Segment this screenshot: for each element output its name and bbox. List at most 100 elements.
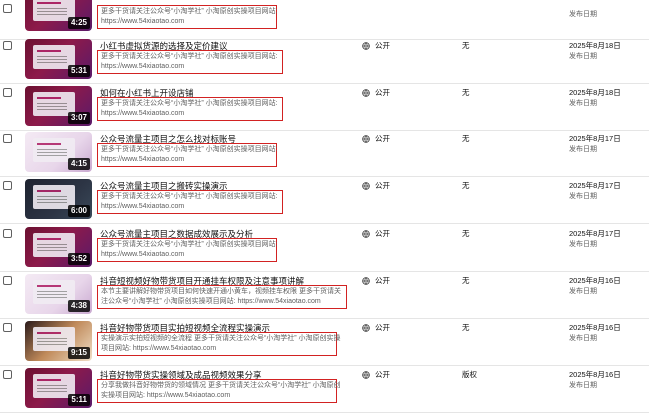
row-checkbox[interactable] [3,276,12,285]
row-checkbox[interactable] [3,370,12,379]
publish-date: 2025年8月17日 [569,181,621,190]
row-checkbox[interactable] [3,229,12,238]
publish-date-label: 发布日期 [569,53,597,60]
row-checkbox[interactable] [3,41,12,50]
visibility-cell[interactable]: 公开 [362,369,390,380]
table-row[interactable]: 6:00 公众号流量主项目之搬砖实操演示 更多干货请关注公众号“小淘学社” 小淘原创… [0,177,649,224]
restriction-cell: 无 [462,323,470,332]
table-row[interactable]: 3:07 如何在小红书上开设店铺 更多干货请关注公众号“小淘学社” 小淘原创实操项目… [0,84,649,131]
description-line: 本节主要讲解好物带货项目如何快速开通小黄车，视频挂车权限 更多干货请关 [101,288,341,295]
video-description: 更多干货请关注公众号“小淘学社” 小淘原创实操项目网站: https://www.… [97,50,283,74]
video-thumbnail[interactable]: 6:00 [25,179,92,219]
globe-icon [362,229,370,238]
restriction-cell: 版权 [462,370,477,379]
globe-icon [362,41,370,50]
duration-badge: 6:00 [67,205,90,217]
publish-date-label: 发布日期 [569,146,597,153]
description-line: 更多干货请关注公众号“小淘学社” 小淘原创实操项目网站: [101,193,278,200]
visibility-label: 公开 [375,88,390,97]
publish-date: 2025年8月16日 [569,370,621,379]
description-line: https://www.54xiaotao.com [101,110,185,117]
duration-badge: 9:15 [67,347,90,359]
restriction-cell: 无 [462,88,470,97]
publish-date: 2025年8月18日 [569,88,621,97]
visibility-label: 公开 [375,134,390,143]
publish-date: 2025年8月16日 [569,323,621,332]
visibility-cell[interactable]: 公开 [362,228,390,239]
publish-date-label: 发布日期 [569,193,597,200]
description-line: https://www.54xiaotao.com [101,156,185,163]
visibility-cell[interactable]: 公开 [362,40,390,51]
description-line: https://www.54xiaotao.com [101,203,185,210]
duration-badge: 4:15 [67,158,90,170]
publish-date-label: 发布日期 [569,288,597,295]
video-description: 更多干货请关注公众号“小淘学社” 小淘原创实操项目网站: https://www.… [97,238,278,262]
description-line: 更多干货请关注公众号“小淘学社” 小淘原创实操项目网站: [101,100,278,107]
duration-badge: 4:38 [67,300,90,312]
video-thumbnail[interactable]: 4:15 [25,132,92,172]
globe-icon [362,370,370,379]
table-row[interactable]: 5:31 小红书虚拟货源的选择及定价建议 更多干货请关注公众号“小淘学社” 小淘原创… [0,37,649,84]
description-line: 项目网站: https://www.54xiaotao.com [101,345,217,352]
table-row[interactable]: 3:52 公众号流量主项目之数据成效展示及分析 更多干货请关注公众号“小淘学社” 小… [0,225,649,272]
publish-date-label: 发布日期 [569,241,597,248]
row-checkbox[interactable] [3,181,12,190]
video-thumbnail[interactable]: 9:15 [25,321,92,361]
table-row[interactable]: 9:15 抖音好物带货项目实拍短视频全流程实操演示 实操演示实拍短视频的全流程 更多… [0,319,649,366]
publish-date: 2025年8月18日 [569,41,621,50]
row-checkbox[interactable] [3,88,12,97]
visibility-label: 公开 [375,370,390,379]
video-description: 更多干货请关注公众号“小淘学社” 小淘原创实操项目网站: https://www.… [97,97,283,121]
visibility-cell[interactable]: 公开 [362,275,390,286]
description-line: https://www.54xiaotao.com [101,251,185,258]
publish-date-label: 发布日期 [569,100,597,107]
description-line: https://www.54xiaotao.com [101,63,185,70]
description-line: 更多干货请关注公众号“小淘学社” 小淘原创实操项目网站: [101,53,278,60]
duration-badge: 3:07 [67,112,90,124]
video-thumbnail[interactable]: 4:25 [25,0,92,31]
visibility-label: 公开 [375,41,390,50]
description-line: 实操项目网站: https://www.54xiaotao.com [101,392,231,399]
globe-icon [362,88,370,97]
table-row[interactable]: 4:15 公众号流量主项目之怎么找对标账号 更多干货请关注公众号“小淘学社” 小淘原… [0,130,649,177]
visibility-cell[interactable]: 公开 [362,322,390,333]
description-line: 更多干货请关注公众号“小淘学社” 小淘原创实操项目网站: [101,241,278,248]
globe-icon [362,323,370,332]
description-line: https://www.54xiaotao.com [101,18,185,25]
globe-icon [362,276,370,285]
publish-date-label: 发布日期 [569,382,597,389]
video-thumbnail[interactable]: 5:31 [25,39,92,79]
visibility-cell[interactable]: 公开 [362,180,390,191]
duration-badge: 3:52 [67,253,90,265]
visibility-cell[interactable]: 公开 [362,133,390,144]
video-description: 实操演示实拍短视频的全流程 更多干货请关注公众号“小淘学社” 小淘原创实操 项目网… [97,332,341,356]
visibility-cell[interactable]: 公开 [362,87,390,98]
table-row[interactable]: 5:11 抖音好物带货实操领域及成品视频效果分享 分享我做抖音好物带货的领域情况 更… [0,366,649,413]
duration-badge: 5:31 [67,65,90,77]
restriction-cell: 无 [462,276,470,285]
table-row[interactable]: 4:38 抖音短视频好物带货项目开通挂车权限及注意事项讲解 本节主要讲解好物带货项目… [0,272,649,319]
visibility-label: 公开 [375,276,390,285]
restriction-cell: 无 [462,181,470,190]
visibility-label: 公开 [375,181,390,190]
publish-date-label: 发布日期 [569,11,597,18]
publish-date-label: 发布日期 [569,335,597,342]
restriction-cell: 无 [462,41,470,50]
video-thumbnail[interactable]: 4:38 [25,274,92,314]
table-row[interactable]: 4:25 更多干货请关注公众号“小淘学社” 小淘原创实操项目网站: https://… [0,0,649,40]
video-thumbnail[interactable]: 3:07 [25,86,92,126]
publish-date: 2025年8月17日 [569,134,621,143]
description-line: 注公众号“小淘学社” 小淘原创实操项目网站: https://www.54xia… [101,298,321,305]
row-checkbox[interactable] [3,134,12,143]
video-description: 分享我做抖音好物带货的领域情况 更多干货请关注公众号“小淘学社” 小淘原创 实操项… [97,379,341,403]
video-thumbnail[interactable]: 3:52 [25,227,92,267]
globe-icon [362,134,370,143]
description-line: 更多干货请关注公众号“小淘学社” 小淘原创实操项目网站: [101,146,278,153]
restriction-cell: 无 [462,134,470,143]
row-checkbox[interactable] [3,4,12,13]
row-checkbox[interactable] [3,323,12,332]
visibility-label: 公开 [375,229,390,238]
visibility-label: 公开 [375,323,390,332]
video-description: 本节主要讲解好物带货项目如何快速开通小黄车，视频挂车权限 更多干货请关 注公众号“… [97,285,347,309]
video-thumbnail[interactable]: 5:11 [25,368,92,408]
